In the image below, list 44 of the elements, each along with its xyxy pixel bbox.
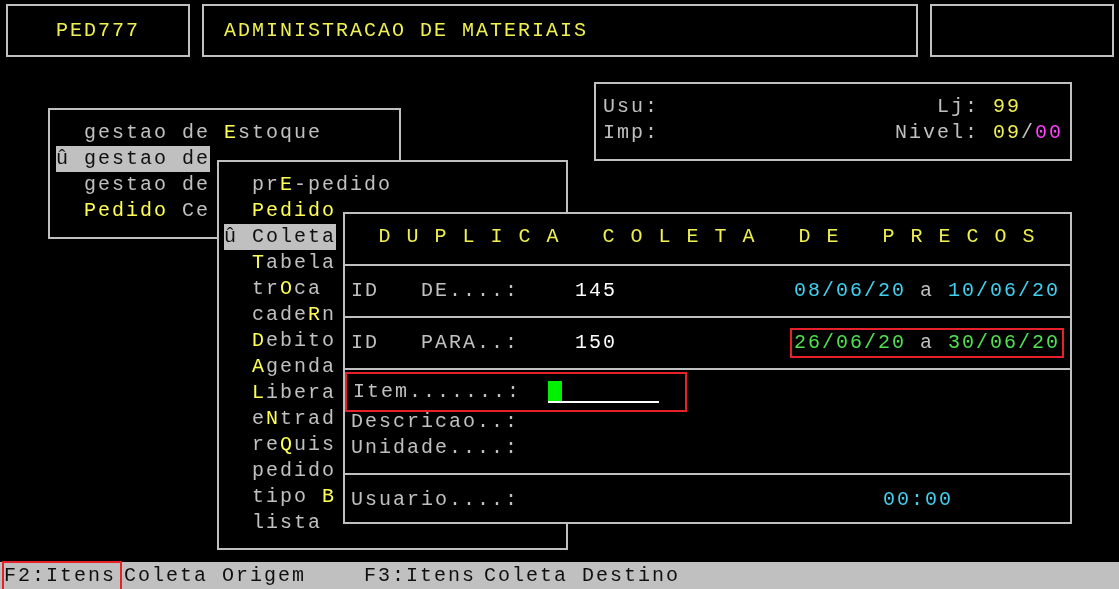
date-range: 08/06/20 a 10/06/20 [792,278,1061,304]
menu-item[interactable]: û gestao de [56,146,211,172]
field-label: Unidade....: [351,435,521,461]
menu-item[interactable]: cadeRn [224,302,337,328]
store-value: 99 [993,95,1021,118]
level-label: Nivel: [895,120,979,146]
menu-item[interactable]: prE-pedido [224,172,393,198]
menu-item[interactable]: eNtrad [224,406,337,432]
user-label: Usu: [603,94,660,120]
menu-item[interactable]: gestao de [56,172,211,198]
function-key-hint[interactable]: F3:Itens [362,560,483,589]
field-label: Usuario....: [351,487,521,513]
menu-item[interactable]: Tabela [224,250,337,276]
field-label: Item.......: [353,379,523,405]
menu-item[interactable]: reQuis [224,432,337,458]
menu-item[interactable]: û Coleta [224,224,337,250]
menu-item[interactable]: trOca [224,276,323,302]
input-field[interactable] [548,381,659,403]
menu-item[interactable]: pedido [224,458,336,484]
field-label: ID PARA..: [351,330,521,356]
field-label: Descricao..: [351,409,521,435]
level-value: 09/00 [993,121,1064,144]
field-label: ID DE....: [351,278,521,304]
menu-item[interactable]: Pedido [224,198,336,224]
menu-item[interactable]: Libera [224,380,337,406]
printer-label: Imp: [603,120,660,146]
dialog-title: D U P L I C A C O L E T A D E P R E C O S [378,224,1037,250]
menu-item[interactable]: Agenda [224,354,337,380]
function-key-description: Coleta Origem [124,562,307,589]
menu-item[interactable]: tipo B [224,484,337,510]
window-title: ADMINISTRACAO DE MATERIAIS [224,17,589,44]
menu-item[interactable]: gestao de Estoque [56,120,323,146]
menu-item[interactable]: lista [224,510,322,536]
function-key-hint[interactable]: F2:Itens [2,560,122,589]
store-label: Lj: [937,94,979,120]
text-cursor [548,381,562,401]
menu-item[interactable]: Debito [224,328,337,354]
function-key-description: Coleta Destino [484,562,681,589]
program-code: PED777 [56,17,140,44]
id-value: 145 [575,278,618,304]
date-range: 26/06/20 a 30/06/20 [789,328,1064,358]
time-value: 00:00 [883,487,953,513]
id-value: 150 [575,330,618,356]
menu-item[interactable]: Pedido Ce [56,198,211,224]
